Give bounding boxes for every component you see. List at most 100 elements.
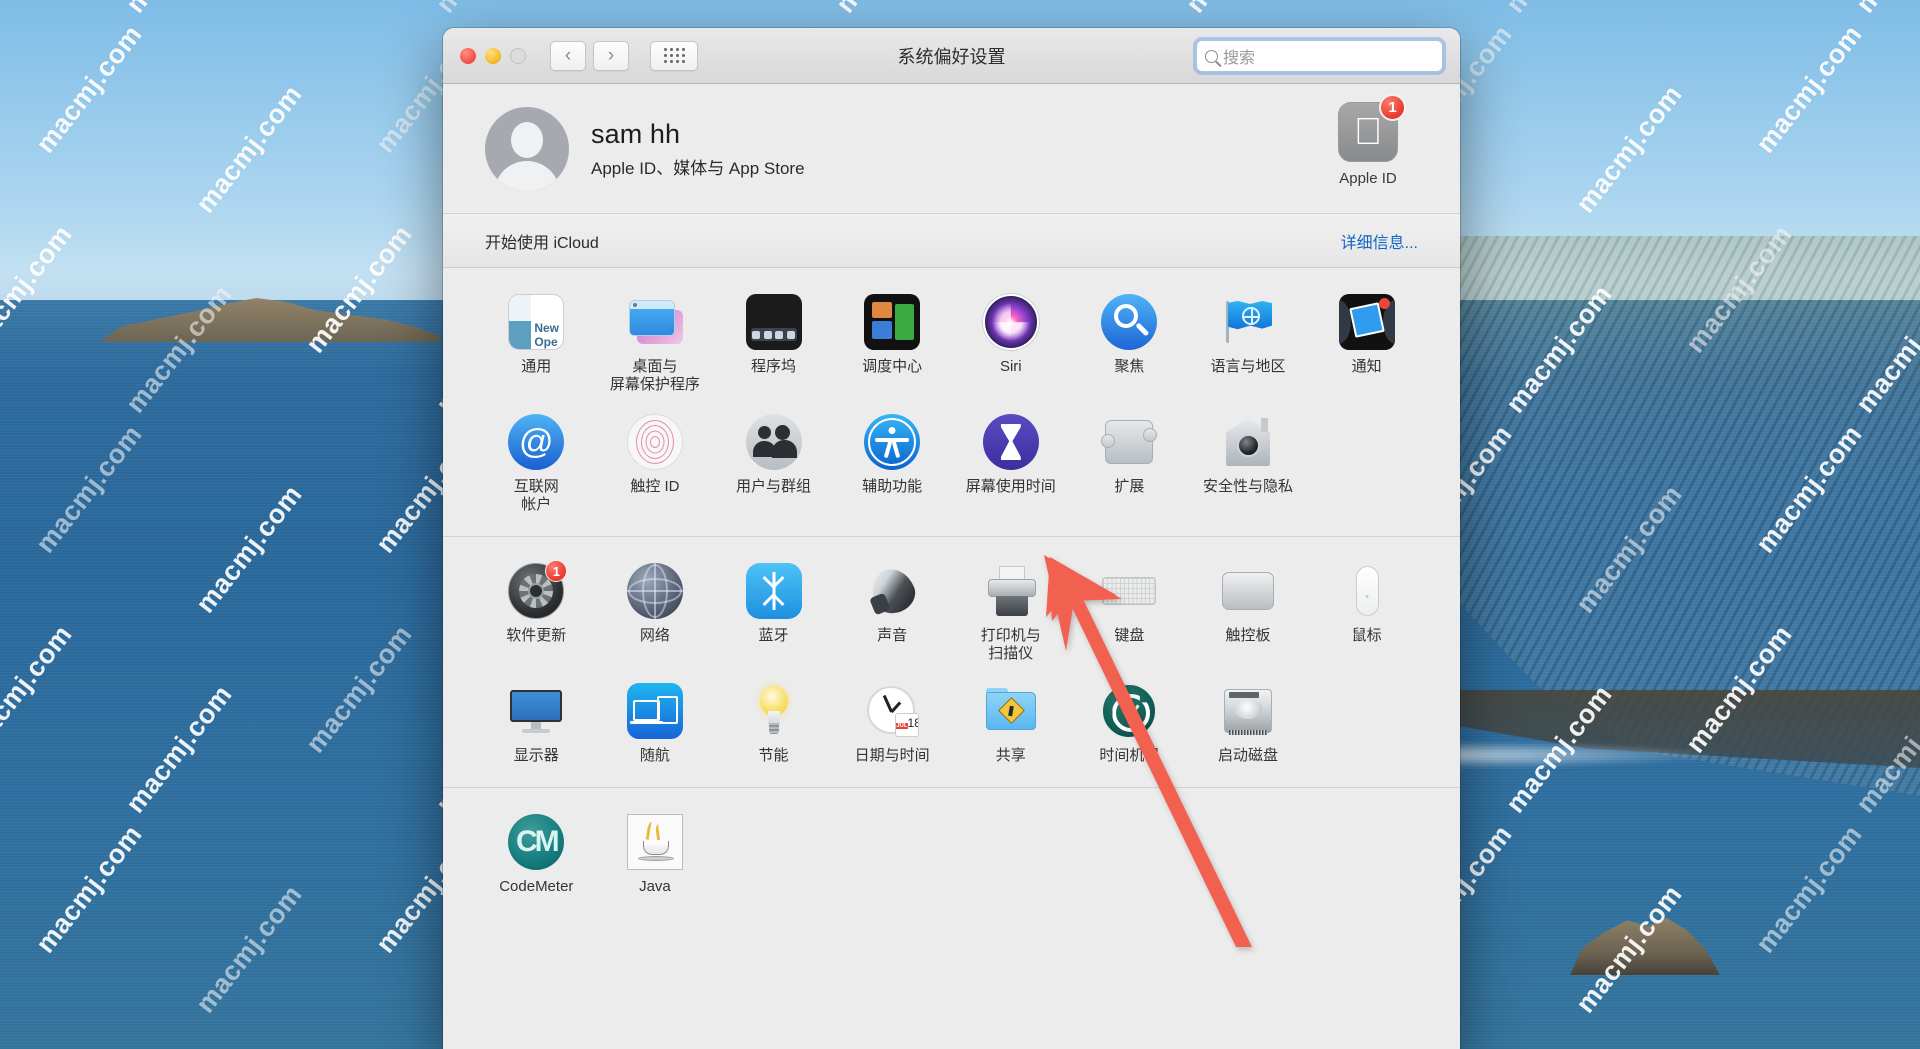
pref-pane-desktop-screensaver[interactable]: 桌面与 屏幕保护程序 — [596, 286, 715, 406]
pref-pane-date-time[interactable]: JUL18 日期与时间 — [833, 675, 952, 777]
sound-icon — [864, 562, 921, 620]
pref-pane-startup-disk[interactable]: 启动磁盘 — [1189, 675, 1308, 777]
icloud-banner: 开始使用 iCloud 详细信息... — [443, 214, 1460, 268]
trackpad-icon — [1220, 563, 1276, 619]
pref-pane-label: 打印机与 扫描仪 — [980, 627, 1041, 662]
watermark: macmj.com — [830, 0, 949, 19]
pref-pane-label: 时间机器 — [1099, 747, 1160, 764]
date-time-icon: JUL18 — [864, 683, 920, 739]
pref-pane-general[interactable]: File New Ope 通用 — [477, 286, 596, 406]
watermark: macmj.com — [1750, 19, 1868, 159]
software-update-icon: 1 — [508, 560, 568, 619]
dock-icon — [745, 294, 802, 350]
show-all-button[interactable] — [650, 40, 698, 71]
forward-button[interactable]: › — [593, 40, 629, 71]
watermark: macmj.com — [190, 79, 308, 219]
pref-pane-printers-scanners[interactable]: 打印机与 扫描仪 — [952, 555, 1071, 675]
pref-pane-label: 节能 — [758, 747, 789, 764]
pref-pane-time-machine[interactable]: 时间机器 — [1070, 675, 1189, 777]
pref-pane-spotlight[interactable]: 聚焦 — [1070, 286, 1189, 406]
watermark: macmj.com — [30, 19, 148, 159]
pref-pane-label: 显示器 — [513, 747, 559, 764]
chevron-right-icon: › — [607, 45, 615, 66]
pref-pane-label: 触控板 — [1225, 627, 1271, 644]
pref-pane-accessibility[interactable]: 辅助功能 — [833, 406, 952, 526]
search-field[interactable]: 搜索 — [1196, 40, 1443, 72]
pref-pane-sharing[interactable]: 共享 — [952, 675, 1071, 777]
pref-pane-trackpad[interactable]: 触控板 — [1189, 555, 1308, 675]
pref-pane-mouse[interactable]: 鼠标 — [1307, 555, 1426, 675]
pref-pane-siri[interactable]: Siri — [952, 286, 1071, 406]
siri-icon — [982, 294, 1039, 350]
pref-pane-internet-accounts[interactable]: @ 互联网 帐户 — [477, 406, 596, 526]
notifications-icon — [1338, 294, 1395, 350]
chevron-left-icon: ‹ — [564, 45, 572, 66]
zoom-button — [510, 47, 526, 64]
network-icon — [626, 563, 683, 619]
pref-pane-mission-control[interactable]: 调度中心 — [833, 286, 952, 406]
pref-pane-screen-time[interactable]: 屏幕使用时间 — [952, 406, 1071, 526]
language-region-icon — [1220, 294, 1276, 350]
pref-pane-touch-id[interactable]: 触控 ID — [596, 406, 715, 526]
system-preferences-window: ‹ › 系统偏好设置 搜索 sam hh Apple ID、媒体与 App St… — [443, 28, 1460, 1049]
nav-buttons: ‹ › — [550, 40, 629, 71]
watermark: macmj.com — [1850, 0, 1920, 19]
keyboard-icon — [1101, 563, 1157, 619]
pref-pane-keyboard[interactable]: 键盘 — [1070, 555, 1189, 675]
printers-scanners-icon — [983, 563, 1039, 619]
pref-apple-id[interactable]:  1 Apple ID — [1318, 94, 1418, 187]
minimize-button[interactable] — [485, 47, 501, 64]
back-button[interactable]: ‹ — [550, 40, 586, 71]
pref-pane-label: Siri — [999, 358, 1022, 375]
users-groups-icon — [745, 414, 802, 470]
mission-control-icon — [864, 294, 921, 350]
pref-pane-label: Java — [639, 878, 671, 895]
startup-disk-icon — [1220, 683, 1276, 739]
pref-pane-notifications[interactable]: 通知 — [1307, 286, 1426, 406]
pref-pane-label: 程序坞 — [751, 358, 797, 375]
pref-pane-energy-saver[interactable]: 节能 — [714, 675, 833, 777]
pref-pane-language-region[interactable]: 语言与地区 — [1189, 286, 1308, 406]
pref-pane-java[interactable]: Java — [596, 806, 715, 908]
pref-pane-label: 通用 — [521, 358, 552, 375]
window-titlebar[interactable]: ‹ › 系统偏好设置 搜索 — [443, 28, 1460, 84]
pref-pane-label: 蓝牙 — [758, 627, 789, 644]
account-text: sam hh Apple ID、媒体与 App Store — [591, 119, 805, 179]
watermark: macmj.com — [1500, 0, 1619, 19]
desktop-screensaver-icon — [627, 294, 683, 350]
section-third-party: CM CodeMeter Java — [443, 787, 1460, 918]
pref-pane-label: 启动磁盘 — [1218, 747, 1279, 764]
pref-pane-codemeter[interactable]: CM CodeMeter — [477, 806, 596, 908]
close-button[interactable] — [460, 47, 476, 64]
pref-pane-label: 随航 — [639, 747, 670, 764]
pref-pane-extensions[interactable]: 扩展 — [1070, 406, 1189, 526]
pref-pane-label: 用户与群组 — [736, 478, 812, 495]
bluetooth-icon — [745, 563, 802, 619]
pref-pane-label: CodeMeter — [499, 878, 574, 895]
pref-pane-label: 键盘 — [1114, 627, 1145, 644]
pref-pane-security-privacy[interactable]: 安全性与隐私 — [1189, 406, 1308, 526]
pref-pane-sound[interactable]: 声音 — [833, 555, 952, 675]
pref-pane-bluetooth[interactable]: 蓝牙 — [714, 555, 833, 675]
preference-grid-hardware: 1 软件更新 网络 蓝牙 声音 打印机与扫描仪 键盘 触控板 鼠标显示器 随航 节能 JUL18 日期与… — [477, 555, 1426, 777]
pref-pane-software-update[interactable]: 1 软件更新 — [477, 555, 596, 675]
avatar[interactable] — [485, 106, 569, 191]
touch-id-icon — [626, 414, 683, 470]
preference-grid-personal: File New Ope 通用 桌面与 屏幕保护程序 程序坞 调度中心 Siri 聚焦 语言与地区 通… — [477, 286, 1426, 526]
pref-pane-displays[interactable]: 显示器 — [477, 675, 596, 777]
pref-pane-sidecar[interactable]: 随航 — [596, 675, 715, 777]
account-name: sam hh — [591, 118, 681, 149]
apple-account-row[interactable]: sam hh Apple ID、媒体与 App Store  1 Apple … — [443, 84, 1460, 214]
pref-pane-dock[interactable]: 程序坞 — [714, 286, 833, 406]
watermark: macmj.com — [1570, 79, 1688, 219]
account-subtitle: Apple ID、媒体与 App Store — [591, 158, 805, 178]
pref-pane-users-groups[interactable]: 用户与群组 — [714, 406, 833, 526]
codemeter-icon: CM — [508, 814, 565, 870]
traffic-lights — [460, 47, 526, 64]
icloud-details-link[interactable]: 详细信息... — [1341, 229, 1418, 253]
sidecar-icon — [626, 683, 683, 739]
pref-pane-network[interactable]: 网络 — [596, 555, 715, 675]
desktop: macmj.com macmj.com macmj.com macmj.com macm… — [0, 0, 1920, 1049]
pref-pane-label: 桌面与 屏幕保护程序 — [609, 358, 700, 393]
pref-pane-label: 辅助功能 — [862, 478, 923, 495]
